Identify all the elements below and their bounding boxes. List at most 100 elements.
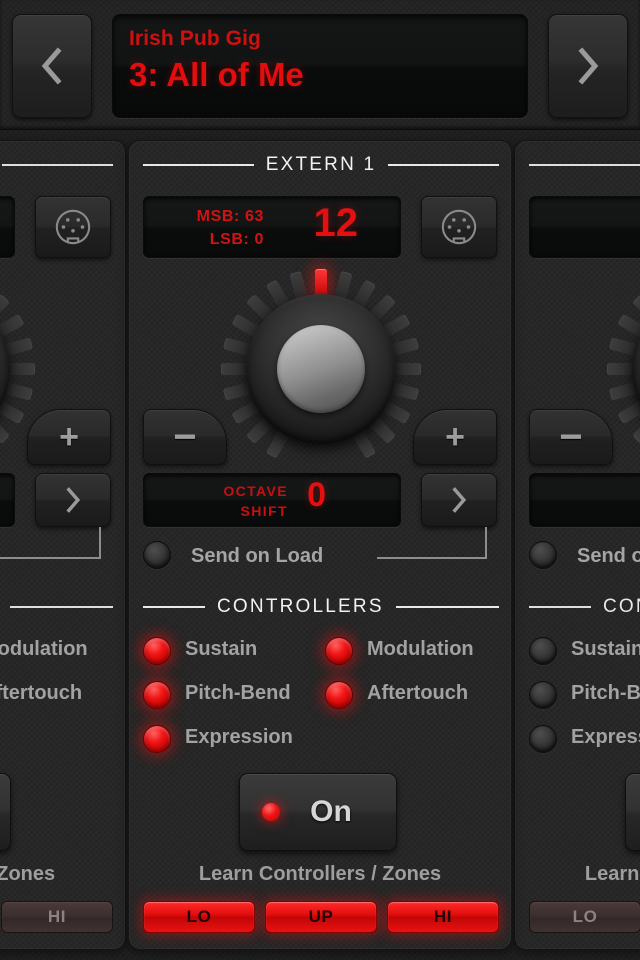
midi-din-icon xyxy=(441,209,477,245)
program-decrement-right[interactable]: − xyxy=(529,409,613,465)
octave-display-left[interactable] xyxy=(0,473,15,527)
rule-right xyxy=(9,606,113,608)
chevron-right-icon xyxy=(578,47,599,85)
next-song-button[interactable] xyxy=(548,14,628,118)
octave-next-button[interactable] xyxy=(421,473,497,527)
extern-panel-right[interactable]: EXTERN 2 − + xyxy=(514,140,640,950)
knob-cap xyxy=(277,325,365,413)
controller-led[interactable] xyxy=(143,637,171,665)
zone-button-lo[interactable]: LO xyxy=(529,901,640,933)
midi-din-icon xyxy=(55,209,91,245)
rule-right xyxy=(395,606,499,608)
chevron-left-icon xyxy=(41,47,62,85)
send-on-load-row-left[interactable]: Send on Load xyxy=(0,527,113,575)
panel-title: EXTERN 1 xyxy=(265,154,377,175)
octave-label-line2: SHIFT xyxy=(240,503,288,519)
controller-led[interactable] xyxy=(529,637,557,665)
panel-title-row-right: EXTERN 2 xyxy=(529,155,640,175)
channel-display[interactable]: MSB: 63 LSB: 0 12 xyxy=(143,196,401,258)
send-on-load-led-right[interactable] xyxy=(529,541,557,569)
controller-led[interactable] xyxy=(143,681,171,709)
program-knob[interactable] xyxy=(203,269,439,469)
minus-sign: − xyxy=(173,415,197,459)
msb-lsb-block: MSB: 63 LSB: 0 xyxy=(180,205,264,251)
gig-name: Irish Pub Gig xyxy=(129,27,261,50)
learn-toggle-right[interactable] xyxy=(625,773,640,851)
octave-next-button-left[interactable] xyxy=(35,473,111,527)
song-name: 3: All of Me xyxy=(129,56,304,93)
zone-buttons-left: LOUPHI xyxy=(0,901,113,935)
controller-led[interactable] xyxy=(325,681,353,709)
learn-toggle-left[interactable] xyxy=(0,773,11,851)
octave-display-right[interactable] xyxy=(529,473,640,527)
knob-tick xyxy=(632,294,640,323)
controller-led[interactable] xyxy=(529,725,557,753)
learn-toggle-button[interactable]: On xyxy=(239,773,397,851)
knob-tick xyxy=(393,363,421,375)
controller-label: Expression xyxy=(571,726,640,748)
controller-led[interactable] xyxy=(325,637,353,665)
learn-label-right: Learn Controllers / Zones xyxy=(584,863,640,885)
extern-panel-left[interactable]: EXTERN 0 − + xyxy=(0,140,126,950)
send-on-load-row-right[interactable]: Send on Load xyxy=(529,541,640,575)
controller-label: Aftertouch xyxy=(0,682,83,704)
zone-button-up[interactable]: UP xyxy=(265,901,377,933)
knob-tick xyxy=(315,269,327,297)
controller-label: Pitch-Bend xyxy=(185,682,291,704)
song-display[interactable]: Irish Pub Gig 3: All of Me xyxy=(112,14,528,118)
extern-panel-center[interactable]: EXTERN 1 MSB: 63 LSB: 0 12 − + OCTAVE SH… xyxy=(128,140,512,950)
midi-port-button[interactable] xyxy=(421,196,497,258)
channel-display-left[interactable] xyxy=(0,196,15,258)
top-bar: Irish Pub Gig 3: All of Me xyxy=(0,0,640,130)
panel-title-row: EXTERN 1 xyxy=(143,154,500,175)
controllers-title-row: CONTROLLERS xyxy=(143,596,499,617)
knob-tick xyxy=(0,313,25,339)
rule-left xyxy=(529,164,640,166)
zone-button-hi[interactable]: HI xyxy=(1,901,113,933)
rule-left xyxy=(529,606,591,608)
panel-title-row-left: EXTERN 0 xyxy=(0,155,114,175)
send-on-load-bracket xyxy=(377,527,487,559)
plus-sign: + xyxy=(445,418,465,456)
knob-tick xyxy=(0,399,25,425)
chevron-right-icon xyxy=(452,487,467,513)
controllers-grid-left: SustainModulationPitch-BendAftertouchExp… xyxy=(0,633,113,753)
knob-tick xyxy=(0,294,10,323)
knob-tick xyxy=(632,415,640,444)
program-increment-button[interactable]: + xyxy=(413,409,497,465)
controller-led[interactable] xyxy=(529,681,557,709)
rule-left xyxy=(143,164,254,166)
learn-label-left: Learn Controllers / Zones xyxy=(0,863,56,885)
octave-label-block: OCTAVE SHIFT xyxy=(184,481,288,521)
controller-label: Sustain xyxy=(185,638,258,660)
controllers-title-right: CONTROLLERS xyxy=(603,596,640,617)
knob-tick xyxy=(607,363,635,375)
controllers-grid-right: SustainModulationPitch-BendAftertouchExp… xyxy=(529,633,640,753)
program-decrement-button[interactable]: − xyxy=(143,409,227,465)
send-on-load-led[interactable] xyxy=(143,541,171,569)
midi-port-button-left[interactable] xyxy=(35,196,111,258)
zone-button-lo[interactable]: LO xyxy=(143,901,255,933)
octave-display[interactable]: OCTAVE SHIFT 0 xyxy=(143,473,401,527)
controllers-title-row-right: CONTROLLERS xyxy=(529,596,640,617)
plus-sign-left: + xyxy=(59,418,79,456)
program-number: 12 xyxy=(313,201,359,245)
app-root: Irish Pub Gig 3: All of Me EXTERN 0 xyxy=(0,0,640,960)
knob-tick xyxy=(617,313,640,339)
send-on-load-row[interactable]: Send on Load xyxy=(143,527,499,575)
knob-tick xyxy=(617,399,640,425)
controller-label: Modulation xyxy=(0,638,88,660)
program-increment-left[interactable]: + xyxy=(27,409,111,465)
controllers-title: CONTROLLERS xyxy=(217,596,384,617)
zone-button-hi[interactable]: HI xyxy=(387,901,499,933)
controller-label: Modulation xyxy=(367,638,474,660)
controllers-title-row-left: CONTROLLERS xyxy=(0,597,113,617)
zone-buttons-right: LOUPHI xyxy=(529,901,640,935)
channel-display-right[interactable] xyxy=(529,196,640,258)
controller-label: Expression xyxy=(185,726,293,748)
controller-led[interactable] xyxy=(143,725,171,753)
octave-label-line1: OCTAVE xyxy=(223,483,288,499)
previous-song-button[interactable] xyxy=(12,14,92,118)
controller-label: Aftertouch xyxy=(367,682,469,704)
send-on-load-label: Send on Load xyxy=(191,545,324,567)
